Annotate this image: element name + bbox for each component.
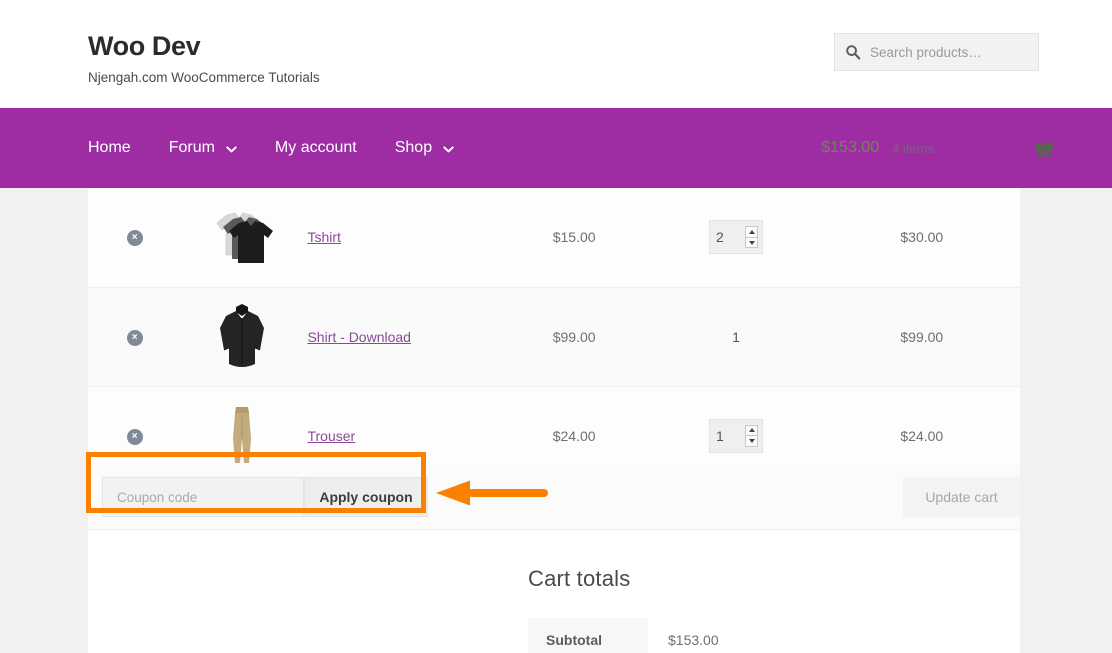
table-row: × Shirt - Download $99.00 1 $99.00: [88, 287, 1020, 387]
table-row: × Tshirt $15.00 2 $30.00: [88, 188, 1020, 288]
table-row: Subtotal $153.00: [528, 618, 1020, 653]
nav-item-forum[interactable]: Forum: [150, 108, 256, 188]
chevron-down-icon: [443, 145, 454, 152]
cart-summary[interactable]: $153.00 4 items: [821, 108, 1054, 188]
shopping-basket-icon[interactable]: [1034, 138, 1054, 158]
cart-cell-quantity: 2: [648, 188, 824, 288]
quantity-spinner[interactable]: [745, 424, 759, 447]
product-price: $15.00: [552, 229, 596, 246]
remove-item-button[interactable]: ×: [126, 329, 143, 346]
search-icon: [846, 45, 861, 60]
cart-cell-subtotal: $30.00: [823, 188, 1020, 288]
quantity-value[interactable]: 2: [716, 229, 724, 245]
remove-item-button[interactable]: ×: [126, 230, 143, 247]
triangle-down-icon: [748, 240, 755, 245]
line-subtotal: $30.00: [900, 229, 944, 246]
nav-item-my-account[interactable]: My account: [256, 108, 376, 188]
site-tagline: Njengah.com WooCommerce Tutorials: [88, 70, 320, 85]
quantity-stepper[interactable]: 1: [709, 418, 764, 453]
trouser-thumbnail[interactable]: [225, 405, 259, 467]
shirt-thumbnail[interactable]: [216, 303, 268, 370]
tshirt-thumbnail[interactable]: [209, 209, 275, 265]
main-content: × Tshirt $15.00 2 $30.00 × Shirt - Downl…: [86, 188, 1020, 653]
quantity-value: 1: [732, 328, 740, 345]
quantity-decrement-button[interactable]: [746, 435, 758, 446]
nav-item-home[interactable]: Home: [88, 108, 150, 188]
product-link[interactable]: Trouser: [307, 428, 355, 444]
nav-item-label: Shop: [394, 139, 433, 156]
triangle-down-icon: [748, 438, 755, 443]
nav-item-shop[interactable]: Shop: [376, 108, 473, 188]
cart-cell-subtotal: $99.00: [823, 287, 1020, 387]
cart-cell-quantity: 1: [648, 287, 824, 387]
apply-coupon-button[interactable]: Apply coupon: [304, 477, 428, 517]
primary-navigation-bar: Home Forum My account Shop $153.00 4 ite…: [0, 108, 1112, 188]
coupon-input-wrapper[interactable]: [102, 477, 304, 517]
nav-item-label: Home: [88, 139, 131, 156]
cart-cell-remove: ×: [88, 287, 182, 387]
cart-cell-thumbnail: [181, 287, 304, 387]
cart-cell-thumbnail: [181, 188, 304, 288]
line-subtotal: $99.00: [900, 328, 944, 345]
cart-items-table: × Tshirt $15.00 2 $30.00 × Shirt - Downl…: [88, 188, 1020, 486]
page-root: Woo Dev Njengah.com WooCommerce Tutorial…: [0, 0, 1112, 653]
nav-items: Home Forum My account Shop: [88, 108, 473, 188]
line-subtotal: $24.00: [900, 427, 944, 444]
cart-total-amount: $153.00: [821, 139, 880, 156]
cart-cell-price: $15.00: [499, 188, 649, 288]
site-branding[interactable]: Woo Dev Njengah.com WooCommerce Tutorial…: [88, 31, 320, 86]
cart-totals-table: Subtotal $153.00: [528, 618, 1020, 653]
coupon-code-input[interactable]: [115, 488, 291, 506]
cart-cell-remove: ×: [88, 188, 182, 288]
chevron-down-icon: [226, 145, 237, 152]
remove-item-button[interactable]: ×: [126, 428, 143, 445]
site-title: Woo Dev: [88, 31, 201, 61]
quantity-value[interactable]: 1: [716, 428, 724, 444]
nav-item-label: My account: [274, 139, 357, 156]
quantity-decrement-button[interactable]: [746, 236, 758, 248]
quantity-increment-button[interactable]: [746, 227, 757, 237]
product-price: $99.00: [552, 328, 596, 345]
quantity-increment-button[interactable]: [746, 426, 757, 436]
cart-cell-product: Tshirt: [303, 188, 500, 288]
triangle-up-icon: [748, 230, 755, 234]
nav-item-label: Forum: [168, 139, 215, 156]
cart-cell-product: Shirt - Download: [303, 287, 500, 387]
product-search-box[interactable]: [834, 33, 1039, 71]
update-cart-button[interactable]: Update cart: [903, 477, 1020, 517]
cart-cell-price: $99.00: [499, 287, 649, 387]
product-link[interactable]: Tshirt: [307, 229, 340, 245]
totals-row-value: $153.00: [648, 618, 1020, 653]
quantity-stepper[interactable]: 2: [709, 220, 764, 255]
cart-totals-section: Cart totals Subtotal $153.00: [528, 566, 1020, 653]
product-link[interactable]: Shirt - Download: [307, 329, 411, 345]
totals-row-label: Subtotal: [528, 618, 648, 653]
search-input[interactable]: [870, 44, 1028, 60]
site-header: Woo Dev Njengah.com WooCommerce Tutorial…: [0, 0, 1112, 108]
cart-item-count: 4 items: [892, 140, 934, 156]
coupon-actions-row: Apply coupon Update cart: [88, 465, 1020, 530]
quantity-spinner[interactable]: [745, 226, 759, 249]
cart-totals-heading: Cart totals: [528, 566, 631, 591]
product-price: $24.00: [552, 427, 596, 444]
triangle-up-icon: [748, 428, 755, 433]
